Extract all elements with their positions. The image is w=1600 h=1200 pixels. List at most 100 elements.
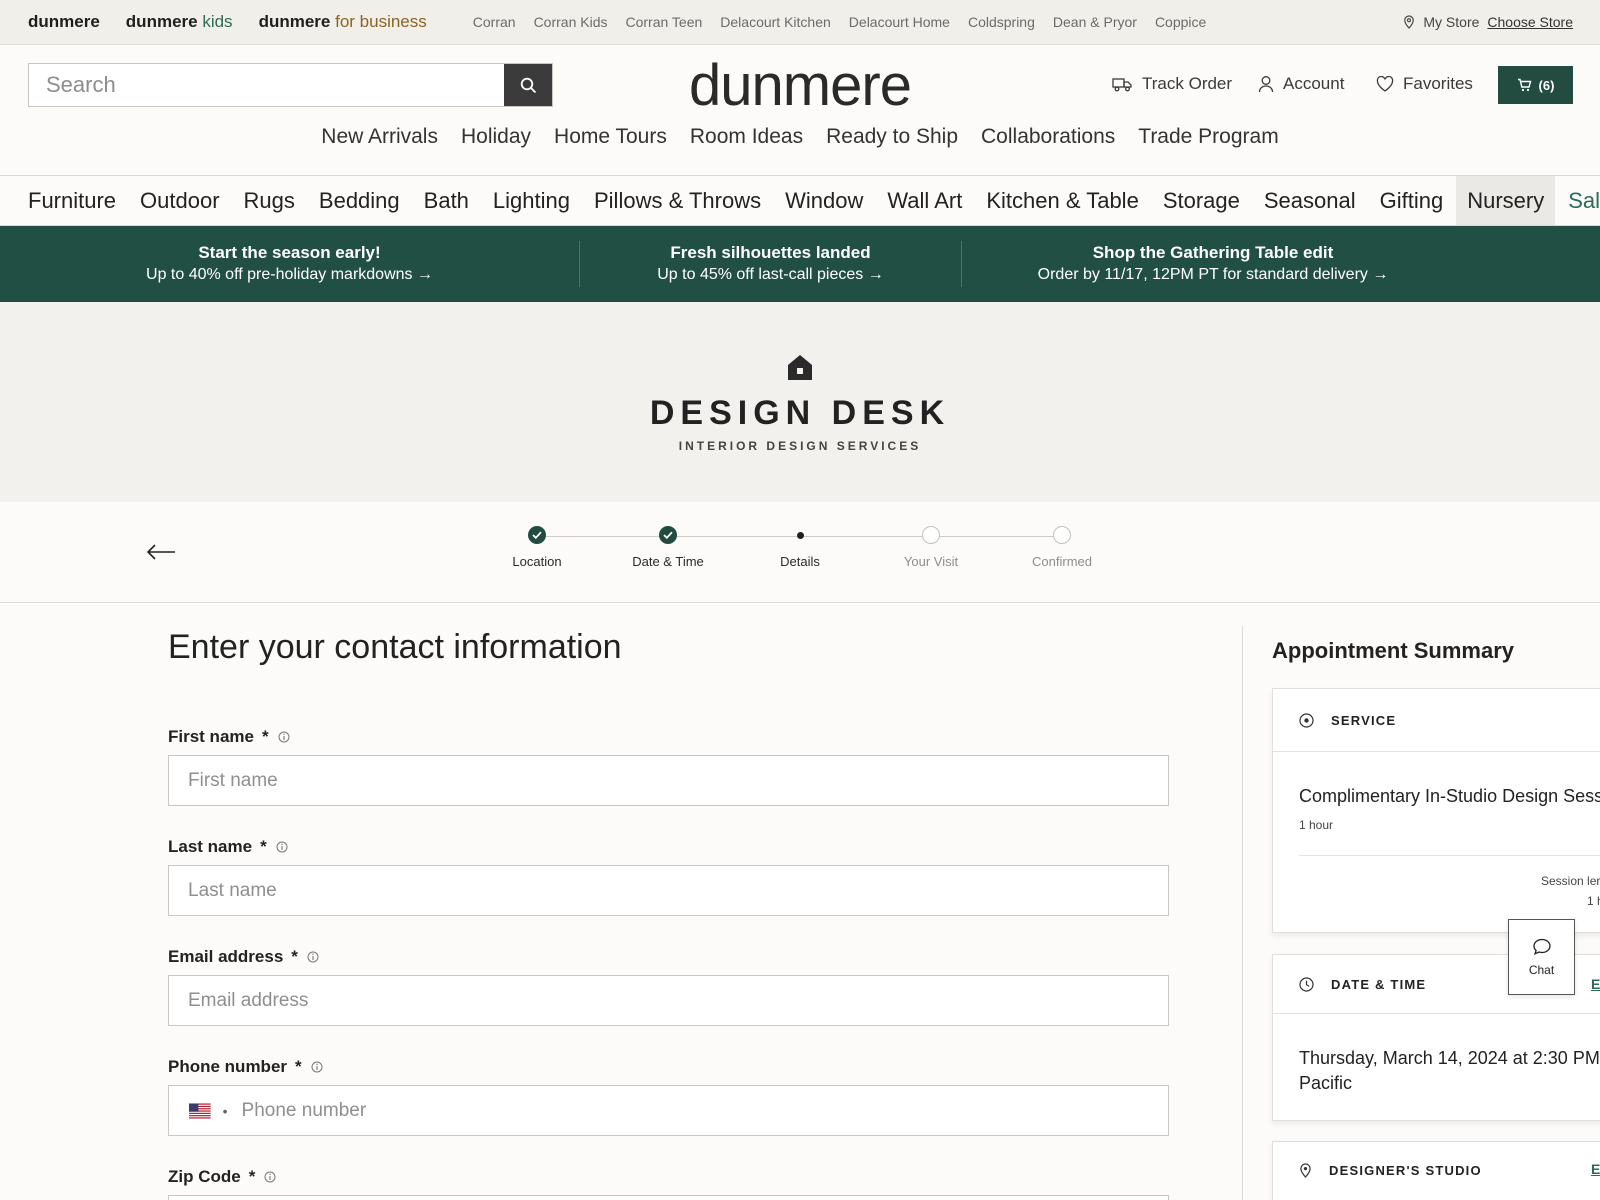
studio-card: DESIGNER'S STUDIO E xyxy=(1272,1141,1600,1200)
chat-bubble-icon xyxy=(1532,938,1551,955)
last-name-input[interactable] xyxy=(169,866,1168,915)
user-icon xyxy=(1258,76,1274,93)
email-field xyxy=(168,975,1169,1026)
choose-store-link[interactable]: Choose Store xyxy=(1487,14,1573,30)
search-icon xyxy=(520,77,536,93)
label-text: Phone number xyxy=(168,1057,288,1076)
category-item[interactable]: Furniture xyxy=(28,176,116,225)
category-item[interactable]: Wall Art xyxy=(887,176,962,225)
us-flag-icon[interactable] xyxy=(189,1102,211,1119)
promo-item[interactable]: Fresh silhouettes landed Up to 45% off l… xyxy=(580,242,961,286)
sister-brand-link[interactable]: Corran xyxy=(473,14,516,30)
step-confirmed: Confirmed xyxy=(1002,526,1122,569)
info-icon[interactable] xyxy=(264,1171,276,1183)
category-item[interactable]: Bath xyxy=(424,176,469,225)
step-current-dot xyxy=(791,526,809,544)
track-order-label: Track Order xyxy=(1142,74,1233,93)
service-card: SERVICE Complimentary In-Studio Design S… xyxy=(1272,688,1600,933)
brand-bar: dunmere dunmere kids dunmere for busines… xyxy=(0,0,1600,45)
edit-datetime-link[interactable]: E xyxy=(1591,976,1600,992)
session-length-label: Session ler xyxy=(1541,874,1600,888)
email-input[interactable] xyxy=(169,976,1168,1025)
info-icon[interactable] xyxy=(278,731,290,743)
step-complete-icon xyxy=(659,526,677,544)
search-input[interactable] xyxy=(29,64,504,106)
info-icon[interactable] xyxy=(311,1061,323,1073)
location-pin-icon xyxy=(1404,15,1415,29)
my-store-label: My Store xyxy=(1423,14,1480,30)
track-order-link[interactable]: Track Order xyxy=(1112,74,1232,94)
zip-field[interactable] xyxy=(168,1195,1169,1200)
brand-dunmere[interactable]: dunmere xyxy=(28,12,100,32)
sister-brand-link[interactable]: Dean & Pryor xyxy=(1053,14,1137,30)
subnav-item[interactable]: Trade Program xyxy=(1138,125,1278,149)
search-button[interactable] xyxy=(504,64,552,106)
category-item[interactable]: Outdoor xyxy=(140,176,220,225)
account-link[interactable]: Account xyxy=(1258,74,1344,94)
subnav-item[interactable]: Home Tours xyxy=(554,125,667,149)
step-date-time[interactable]: Date & Time xyxy=(608,526,728,569)
favorites-link[interactable]: Favorites xyxy=(1376,74,1473,94)
promo-item[interactable]: Start the season early! Up to 40% off pr… xyxy=(0,242,579,286)
subnav-item[interactable]: Holiday xyxy=(461,125,531,149)
subnav-item[interactable]: Ready to Ship xyxy=(826,125,958,149)
sister-brand-link[interactable]: Coppice xyxy=(1155,14,1206,30)
phone-label: Phone number * xyxy=(168,1057,323,1077)
chat-button[interactable]: Chat xyxy=(1508,919,1575,995)
clock-icon xyxy=(1299,976,1314,992)
site-logo[interactable]: dunmere xyxy=(680,52,920,119)
first-name-input[interactable] xyxy=(169,756,1168,805)
studio-heading: DESIGNER'S STUDIO xyxy=(1329,1162,1482,1178)
promo-item[interactable]: Shop the Gathering Table edit Order by 1… xyxy=(962,242,1464,286)
subnav-item[interactable]: New Arrivals xyxy=(321,125,438,149)
category-item[interactable]: Bedding xyxy=(319,176,400,225)
subnav-item[interactable]: Room Ideas xyxy=(690,125,803,149)
brand-dunmere-kids[interactable]: dunmere kids xyxy=(126,12,233,32)
category-item[interactable]: Rugs xyxy=(244,176,295,225)
category-item[interactable]: Lighting xyxy=(493,176,570,225)
sister-brand-link[interactable]: Corran Teen xyxy=(625,14,702,30)
edit-studio-link[interactable]: E xyxy=(1591,1161,1600,1177)
first-name-field xyxy=(168,755,1169,806)
promo-title: Shop the Gathering Table edit xyxy=(1092,243,1334,262)
booking-progress: Location Date & Time Details Your Visit … xyxy=(0,502,1600,603)
chat-label: Chat xyxy=(1528,962,1555,977)
account-label: Account xyxy=(1283,74,1345,93)
category-nav: Furniture Outdoor Rugs Bedding Bath Ligh… xyxy=(0,175,1600,226)
promo-banner: Start the season early! Up to 40% off pr… xyxy=(0,226,1600,302)
datetime-line2: Pacific xyxy=(1299,1073,1353,1093)
category-item[interactable]: Kitchen & Table xyxy=(986,176,1138,225)
summary-divider xyxy=(1242,626,1243,1200)
info-icon[interactable] xyxy=(307,951,319,963)
sister-brand-link[interactable]: Coldspring xyxy=(968,14,1035,30)
category-item-sale[interactable]: Sale xyxy=(1568,176,1600,225)
sister-brand-link[interactable]: Delacourt Kitchen xyxy=(720,14,831,30)
phone-input[interactable] xyxy=(227,1086,1168,1135)
category-item[interactable]: Storage xyxy=(1163,176,1240,225)
subnav-item[interactable]: Collaborations xyxy=(981,125,1115,149)
cart-button[interactable]: (6) xyxy=(1498,66,1573,104)
info-icon[interactable] xyxy=(276,841,288,853)
step-pending-dot xyxy=(922,526,940,544)
cart-count: (6) xyxy=(1538,77,1555,93)
promo-title: Start the season early! xyxy=(198,243,381,262)
category-item[interactable]: Seasonal xyxy=(1264,176,1356,225)
step-label: Date & Time xyxy=(632,554,704,569)
required-mark: * xyxy=(291,947,298,966)
brand-dunmere-business[interactable]: dunmere for business xyxy=(259,12,427,32)
step-complete-icon xyxy=(528,526,546,544)
step-pending-dot xyxy=(1053,526,1071,544)
category-item-active[interactable]: Nursery xyxy=(1456,176,1556,225)
step-label: Details xyxy=(780,554,820,569)
category-item[interactable]: Gifting xyxy=(1380,176,1444,225)
favorites-label: Favorites xyxy=(1403,74,1473,93)
step-location[interactable]: Location xyxy=(477,526,597,569)
category-item[interactable]: Pillows & Throws xyxy=(594,176,761,225)
sister-brand-link[interactable]: Corran Kids xyxy=(534,14,608,30)
category-item[interactable]: Window xyxy=(785,176,863,225)
back-arrow-icon[interactable] xyxy=(146,544,176,560)
sister-brand-link[interactable]: Delacourt Home xyxy=(849,14,950,30)
email-label: Email address * xyxy=(168,947,319,967)
step-label: Location xyxy=(512,554,562,569)
label-text: Last name xyxy=(168,837,253,856)
